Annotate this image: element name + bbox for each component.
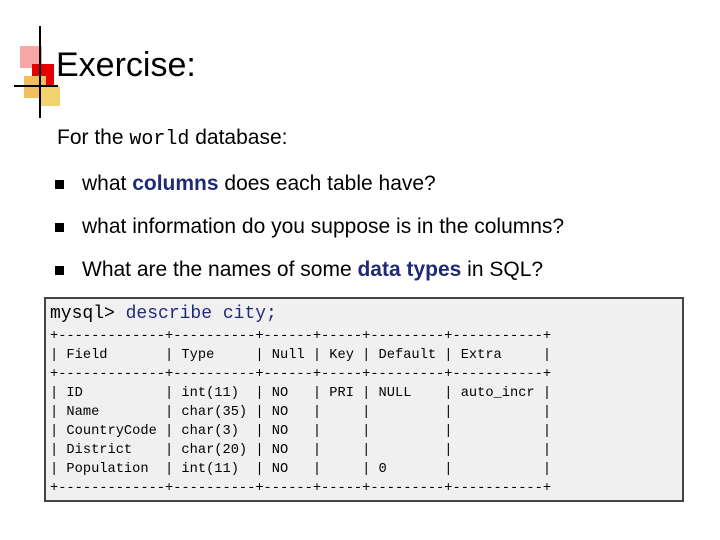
bullet-list: what columns does each table have? what … [55,169,695,298]
terminal-prompt-line: mysql> describe city; [50,303,277,325]
intro-prefix: For the [57,126,130,149]
bullet-item-columns: what columns does each table have? [55,169,695,212]
bullet-text-pre: what information do you suppose is in th… [82,215,565,238]
intro-text: For the world database: [57,124,287,154]
bullet-item-data-types: What are the names of some data types in… [55,255,695,298]
intro-suffix: database: [189,126,288,149]
decor-horizontal-line [14,85,58,87]
bullet-item-information: what information do you suppose is in th… [55,212,695,255]
decor-vertical-line [39,26,41,118]
slide-title: Exercise: [56,46,196,84]
bullet-text-post: does each table have? [218,172,436,195]
bullet-highlight: data types [357,258,462,281]
bullet-highlight: columns [132,172,219,195]
bullet-text-pre: What are the names of some [82,258,358,281]
bullet-square-icon [55,266,64,275]
decor-square-yellow [40,86,60,106]
bullet-square-icon [55,223,64,232]
describe-city-output: +-------------+----------+------+-----+-… [50,329,552,496]
mysql-terminal-box: mysql> describe city; +-------------+---… [44,297,684,502]
terminal-command: describe city; [125,304,277,324]
bullet-square-icon [55,180,64,189]
terminal-prompt: mysql> [50,304,126,324]
intro-code-world: world [129,128,190,151]
bullet-text-post: in SQL? [461,258,544,281]
bullet-text-pre: what [82,172,133,195]
